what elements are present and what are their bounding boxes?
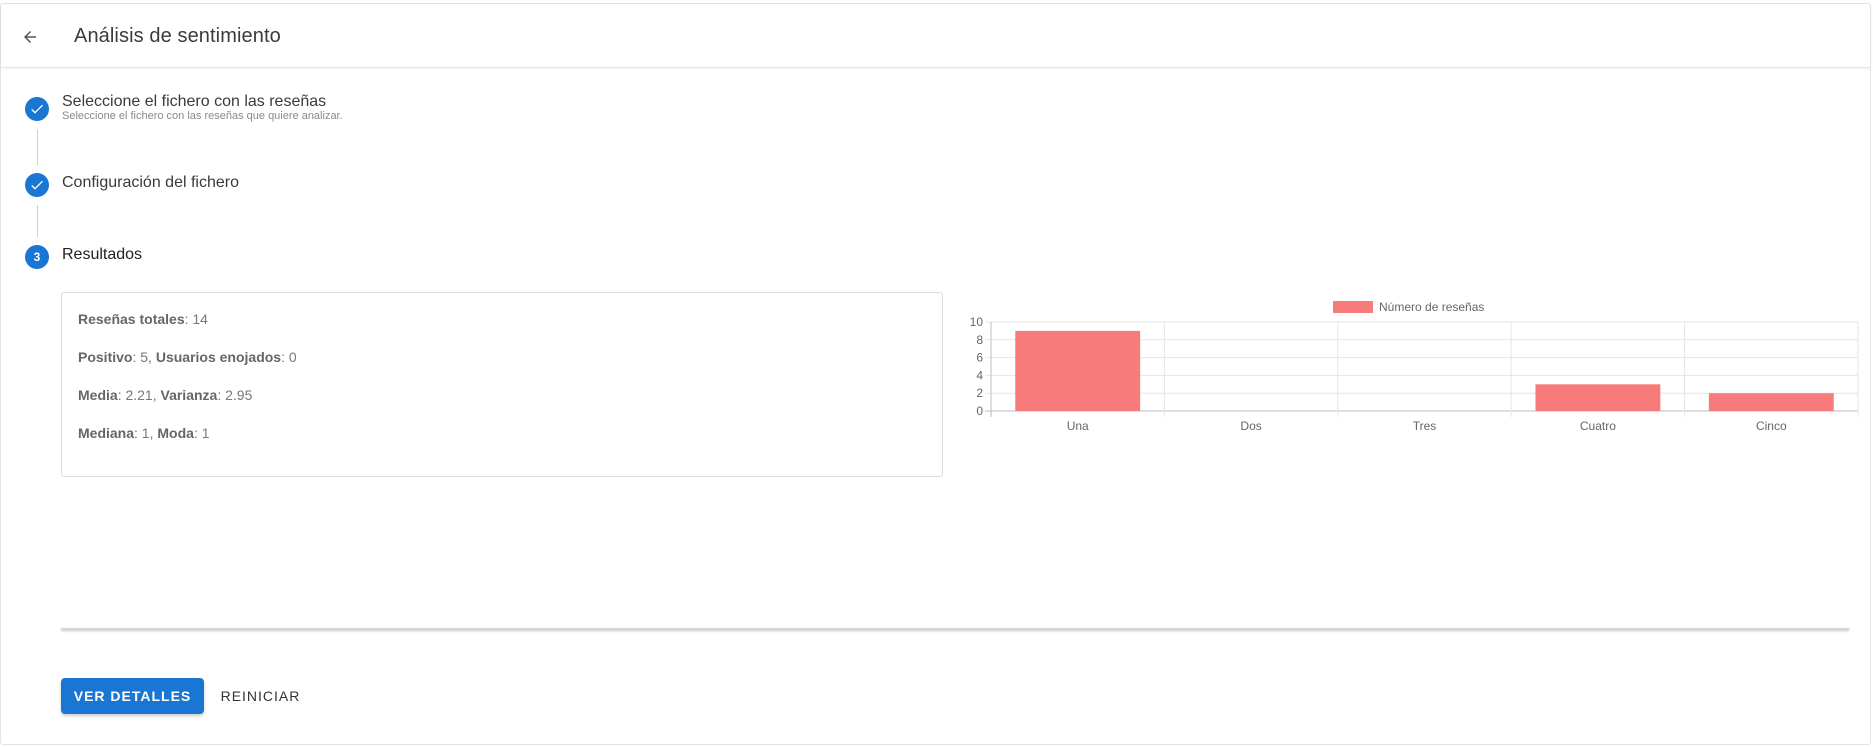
step-1-sublabel: Seleccione el fichero con las reseñas qu… [62, 110, 343, 122]
x-axis-ticks: Una Dos Tres Cuatro Cinco [1067, 419, 1787, 433]
stat-mean-label: Media [78, 387, 118, 403]
x-tick-label: Cinco [1756, 419, 1787, 433]
stat-median-label: Mediana [78, 425, 135, 441]
arrow-left-icon [24, 31, 36, 43]
step-2-label[interactable]: Configuración del fichero [62, 174, 239, 192]
y-tick-label: 6 [976, 351, 983, 365]
bar-cuatro[interactable] [1535, 384, 1661, 411]
stat-mode-value: : 1 [193, 425, 210, 441]
section-divider [61, 628, 1849, 630]
step-3-active-indicator[interactable]: 3 [25, 245, 49, 269]
stat-mean-value: : 2.21, [117, 387, 161, 403]
y-tick-label: 0 [976, 404, 983, 418]
legend-swatch [1333, 301, 1373, 313]
y-axis-ticks: 0 2 4 6 8 10 [970, 315, 984, 418]
y-tick-label: 10 [970, 315, 984, 329]
x-tick-label: Dos [1240, 419, 1261, 433]
stat-variance-label: Varianza [160, 387, 218, 403]
step-1-complete-indicator[interactable] [25, 97, 49, 121]
x-tick-label: Tres [1413, 419, 1437, 433]
stat-total-label: Reseñas totales [78, 311, 185, 327]
back-button[interactable] [17, 24, 43, 50]
bar-chart-svg: Número de reseñas 0 2 4 6 8 10 Una Dos Tres Cuat… [970, 300, 1859, 433]
bar-una[interactable] [1015, 330, 1141, 411]
step-connector [37, 205, 38, 237]
stat-median-value: : 1, [134, 425, 158, 441]
stat-mode-label: Moda [157, 425, 194, 441]
y-tick-label: 4 [976, 368, 983, 382]
check-icon [31, 180, 43, 190]
reset-button[interactable]: REINICIAR [213, 678, 308, 714]
step-3-number: 3 [33, 250, 41, 264]
top-bar: Análisis de sentimiento [1, 4, 1870, 68]
stat-angry-value: : 0 [281, 349, 297, 365]
chart-bars [1015, 330, 1834, 411]
bar-cinco[interactable] [1708, 393, 1834, 411]
bar-chart: Número de reseñas 0 2 4 6 8 10 Una Dos Tres Cuat… [961, 292, 1861, 452]
stat-total: Reseñas totales: 14 [78, 311, 208, 327]
step-connector [37, 129, 38, 165]
x-tick-label: Una [1067, 419, 1089, 433]
stat-angry-label: Usuarios enojados [155, 349, 282, 365]
stat-median-mode: Mediana: 1, Moda: 1 [78, 425, 210, 441]
stat-positive-value: : 5, [132, 349, 156, 365]
check-icon [31, 104, 43, 114]
step-1-label[interactable]: Seleccione el fichero con las reseñas [62, 93, 326, 111]
step-3-label[interactable]: Resultados [62, 246, 142, 264]
stat-mean-variance: Media: 2.21, Varianza: 2.95 [78, 387, 252, 403]
step-2-complete-indicator[interactable] [25, 173, 49, 197]
stats-card: Reseñas totales: 14 Positivo: 5, Usuario… [61, 292, 943, 477]
view-details-button[interactable]: VER DETALLES [61, 678, 204, 714]
legend-label: Número de reseñas [1379, 300, 1484, 314]
page-title: Análisis de sentimiento [74, 25, 281, 47]
stat-positive-label: Positivo [78, 349, 133, 365]
stat-variance-value: : 2.95 [217, 387, 253, 403]
stat-total-value: : 14 [184, 311, 208, 327]
app-window: Análisis de sentimiento Seleccione el fi… [0, 3, 1871, 745]
stat-positive-angry: Positivo: 5, Usuarios enojados: 0 [78, 349, 297, 365]
x-tick-label: Cuatro [1580, 419, 1616, 433]
chart-legend[interactable]: Número de reseñas [1333, 300, 1484, 314]
y-tick-label: 2 [976, 386, 983, 400]
y-tick-label: 8 [976, 333, 983, 347]
